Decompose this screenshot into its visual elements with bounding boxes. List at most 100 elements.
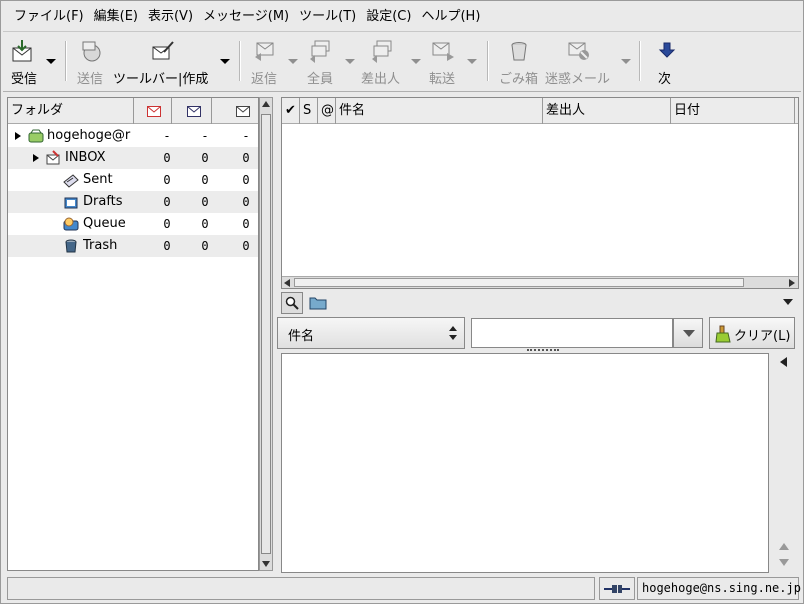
send-button[interactable]: 送信 bbox=[77, 37, 111, 89]
drafts-icon bbox=[64, 197, 78, 209]
next-button[interactable]: 次 bbox=[655, 37, 679, 89]
unread-mail-icon bbox=[147, 106, 161, 117]
expander-icon[interactable] bbox=[33, 154, 39, 162]
menu-tools[interactable]: ツール(T) bbox=[294, 6, 361, 28]
receive-button[interactable]: 受信 bbox=[11, 37, 61, 89]
new-count: 0 bbox=[201, 151, 209, 165]
unread-count: 0 bbox=[163, 195, 171, 209]
send-label: 送信 bbox=[77, 72, 104, 87]
message-list[interactable]: ✔ S @ 件名 差出人 日付 bbox=[281, 97, 799, 289]
magnifier-icon bbox=[285, 296, 299, 310]
reply-sender-button[interactable]: 差出人 bbox=[361, 37, 427, 89]
receive-icon bbox=[12, 40, 32, 62]
compose-label: ツールバー|作成 bbox=[113, 72, 209, 87]
folder-row-trash[interactable]: Trash 0 0 0 bbox=[8, 235, 258, 257]
quick-search-toggle[interactable] bbox=[281, 292, 303, 314]
clear-button[interactable]: クリア(L) bbox=[709, 317, 795, 349]
folder-name: INBOX bbox=[65, 150, 106, 165]
send-icon bbox=[82, 41, 101, 62]
trash-button[interactable]: ごみ箱 bbox=[499, 37, 543, 89]
status-message bbox=[7, 577, 595, 600]
hscrollbar-thumb[interactable] bbox=[294, 278, 744, 287]
search-field-select[interactable]: 件名 bbox=[277, 317, 465, 349]
trash-label: ごみ箱 bbox=[499, 72, 539, 87]
status-column-header[interactable]: S bbox=[300, 98, 318, 124]
chevron-left-icon[interactable] bbox=[780, 357, 787, 367]
forward-button[interactable]: 転送 bbox=[429, 37, 483, 89]
mark-column-header[interactable]: ✔ bbox=[282, 98, 300, 124]
reply-all-button[interactable]: 全員 bbox=[307, 37, 361, 89]
reply-sender-dropdown-icon[interactable] bbox=[411, 59, 421, 64]
reply-dropdown-icon[interactable] bbox=[288, 59, 298, 64]
new-count: 0 bbox=[201, 173, 209, 187]
next-label: 次 bbox=[658, 72, 672, 87]
scroll-up-icon[interactable] bbox=[262, 100, 270, 108]
menu-help[interactable]: ヘルプ(H) bbox=[416, 6, 485, 28]
online-toggle[interactable] bbox=[599, 577, 635, 600]
trash-icon bbox=[65, 239, 77, 253]
subject-column-header[interactable]: 件名 bbox=[336, 98, 543, 124]
compose-dropdown-icon[interactable] bbox=[220, 59, 230, 64]
toolbar-separator bbox=[65, 41, 67, 81]
online-plug-icon bbox=[604, 585, 630, 593]
total-column-header[interactable] bbox=[212, 98, 258, 124]
toolbar: 受信 送信 ツールバー|作成 返信 全員 差出人 転送 ごみ箱 迷惑メール 次 bbox=[3, 33, 801, 92]
quick-search-controls: 件名 クリア(L) bbox=[277, 317, 801, 351]
forward-dropdown-icon[interactable] bbox=[467, 59, 477, 64]
message-view[interactable] bbox=[281, 353, 769, 573]
folder-row-sent[interactable]: Sent 0 0 0 bbox=[8, 169, 258, 191]
search-history-dropdown[interactable] bbox=[673, 318, 703, 348]
clear-button-label: クリア(L) bbox=[734, 329, 791, 344]
folder-row-inbox[interactable]: INBOX 0 0 0 bbox=[8, 147, 258, 169]
reply-all-icon bbox=[310, 40, 330, 63]
folder-row-account[interactable]: hogehoge@r - - - bbox=[8, 125, 258, 147]
menu-settings[interactable]: 設定(C) bbox=[361, 6, 416, 28]
folder-row-queue[interactable]: Queue 0 0 0 bbox=[8, 213, 258, 235]
attachment-column-header[interactable]: @ bbox=[318, 98, 336, 124]
unread-column-header[interactable] bbox=[134, 98, 172, 124]
scroll-down-icon[interactable] bbox=[262, 560, 270, 568]
scroll-up-icon[interactable] bbox=[779, 543, 789, 550]
current-account[interactable]: hogehoge@ns.sing.ne.jp bbox=[637, 577, 801, 600]
message-list-hscrollbar[interactable] bbox=[282, 276, 798, 288]
folder-name: Trash bbox=[83, 238, 118, 253]
folder-scrollbar[interactable] bbox=[259, 97, 273, 571]
spam-button[interactable]: 迷惑メール bbox=[545, 37, 635, 89]
folder-row-drafts[interactable]: Drafts 0 0 0 bbox=[8, 191, 258, 213]
scroll-right-icon[interactable] bbox=[788, 279, 795, 287]
menu-edit[interactable]: 編集(E) bbox=[89, 6, 143, 28]
menu-message[interactable]: メッセージ(M) bbox=[198, 6, 294, 28]
menu-view[interactable]: 表示(V) bbox=[143, 6, 198, 28]
date-column-header[interactable]: 日付 bbox=[671, 98, 795, 124]
folder-scrollbar-thumb[interactable] bbox=[261, 114, 271, 554]
reply-all-label: 全員 bbox=[307, 72, 334, 87]
folder-column-header[interactable]: フォルダ bbox=[8, 98, 134, 124]
down-arrow-icon bbox=[658, 42, 676, 58]
reply-sender-icon bbox=[372, 40, 392, 63]
total-count: 0 bbox=[242, 239, 250, 253]
folder-icon[interactable] bbox=[309, 295, 327, 310]
folder-name: Drafts bbox=[83, 194, 123, 209]
reply-button[interactable]: 返信 bbox=[251, 37, 299, 89]
unread-count: - bbox=[163, 129, 171, 143]
spam-dropdown-icon[interactable] bbox=[621, 59, 631, 64]
pane-resize-handle[interactable] bbox=[527, 349, 559, 352]
chevron-down-icon[interactable] bbox=[783, 299, 793, 305]
scroll-down-icon[interactable] bbox=[779, 559, 789, 566]
expander-icon[interactable] bbox=[15, 132, 21, 140]
total-count: 0 bbox=[242, 151, 250, 165]
message-view-side-controls bbox=[775, 353, 797, 573]
new-column-header[interactable] bbox=[172, 98, 212, 124]
reply-all-dropdown-icon[interactable] bbox=[345, 59, 355, 64]
toolbar-separator bbox=[487, 41, 489, 81]
from-column-header[interactable]: 差出人 bbox=[543, 98, 671, 124]
mailbox-icon bbox=[28, 129, 44, 143]
reply-label: 返信 bbox=[251, 72, 278, 87]
search-input[interactable] bbox=[471, 318, 673, 348]
compose-button[interactable]: ツールバー|作成 bbox=[113, 37, 233, 89]
menu-file[interactable]: ファイル(F) bbox=[9, 6, 89, 28]
total-count: 0 bbox=[242, 173, 250, 187]
receive-dropdown-icon[interactable] bbox=[46, 59, 56, 64]
scroll-left-icon[interactable] bbox=[284, 279, 291, 287]
folder-name: Queue bbox=[83, 216, 126, 231]
